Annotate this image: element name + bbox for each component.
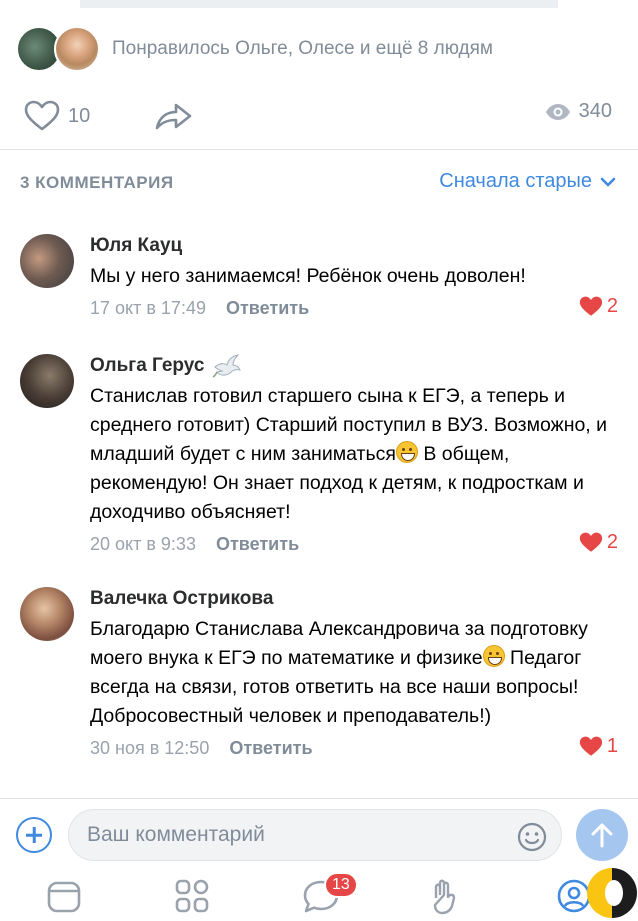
- comment-author[interactable]: Юля Кауц: [90, 232, 618, 260]
- sort-dropdown[interactable]: Сначала старые: [439, 170, 616, 193]
- bottom-tab-bar: 13: [0, 870, 638, 920]
- views-count: 340: [578, 100, 612, 122]
- services-tab-icon: [175, 879, 209, 913]
- comment-author-name[interactable]: Юля Кауц: [90, 235, 182, 257]
- divider: [0, 149, 638, 150]
- comment-input[interactable]: [87, 810, 507, 860]
- commenter-avatar[interactable]: [20, 234, 74, 288]
- emoji-picker-icon: [517, 822, 547, 852]
- tab-services[interactable]: [174, 878, 210, 919]
- heart-filled-icon: [579, 296, 603, 316]
- comment-date: 30 ноя в 12:50: [90, 737, 210, 758]
- comment-like-button[interactable]: 1: [579, 735, 618, 758]
- comment-date: 17 окт в 17:49: [90, 297, 206, 318]
- like-button[interactable]: 10: [24, 100, 90, 132]
- comment-author-name[interactable]: Ольга Герус: [90, 355, 204, 377]
- grinning-emoji-icon: [395, 441, 418, 463]
- comment-likes-count: 2: [606, 295, 618, 317]
- liked-by-text: Понравилось Ольге, Олесе и ещё 8 людям: [112, 38, 493, 59]
- comment-composer: [0, 798, 638, 871]
- messages-badge: 13: [324, 872, 358, 898]
- liked-by-row[interactable]: Понравилось Ольге, Олесе и ещё 8 людям: [16, 26, 493, 72]
- watermark-logo-icon: [587, 868, 637, 918]
- attach-plus-button[interactable]: [16, 817, 52, 853]
- comments-count-label: 3 КОММЕНТАРИЯ: [20, 173, 174, 192]
- liker-avatar: [54, 26, 100, 72]
- dove-icon: [213, 354, 242, 378]
- chevron-down-icon: [600, 177, 616, 186]
- liker-avatars: [16, 26, 100, 72]
- send-button[interactable]: [576, 809, 628, 861]
- post-actions: 10 340: [0, 94, 638, 138]
- eye-icon: [545, 103, 570, 120]
- clips-tab-icon: [433, 879, 456, 915]
- comment-likes-count: 1: [606, 735, 618, 757]
- likes-count: 10: [68, 104, 91, 127]
- comment-text: Станислав готовил старшего сына к ЕГЭ, а…: [90, 382, 618, 527]
- comment-date: 20 окт в 9:33: [90, 533, 196, 554]
- tab-news[interactable]: [46, 878, 82, 919]
- smile-emoji-icon: [482, 645, 505, 667]
- comment-text: Мы у него занимаемся! Ребёнок очень дово…: [90, 265, 526, 287]
- comment-text-part: Станислав готовил старшего сына к ЕГЭ, а…: [90, 385, 608, 465]
- tab-clips[interactable]: [428, 878, 464, 921]
- heart-outline-icon: [24, 100, 60, 131]
- comment-meta: 20 окт в 9:33 Ответить 2: [90, 529, 618, 559]
- commenter-avatar[interactable]: [20, 354, 74, 408]
- comment-author[interactable]: Валечка Острикова: [90, 585, 618, 613]
- comment-input-wrap: [68, 809, 562, 861]
- comment-like-button[interactable]: 2: [579, 295, 618, 318]
- sort-label: Сначала старые: [439, 170, 592, 192]
- comments-header: 3 КОММЕНТАРИЯ Сначала старые: [0, 165, 638, 205]
- news-tab-icon: [47, 881, 81, 913]
- comment-author-name[interactable]: Валечка Острикова: [90, 588, 273, 610]
- comment-author[interactable]: Ольга Герус: [90, 352, 618, 380]
- comment-text: Благодарю Станислава Александровича за п…: [90, 615, 618, 731]
- comment-meta: 30 ноя в 12:50 Ответить 1: [90, 733, 618, 763]
- comment-like-button[interactable]: 2: [579, 531, 618, 554]
- reply-button[interactable]: Ответить: [226, 298, 309, 319]
- reply-button[interactable]: Ответить: [216, 534, 299, 555]
- reply-button[interactable]: Ответить: [229, 738, 312, 759]
- previous-post-edge: [80, 0, 558, 8]
- emoji-picker-button[interactable]: [517, 822, 547, 857]
- commenter-avatar[interactable]: [20, 587, 74, 641]
- heart-filled-icon: [579, 532, 603, 552]
- views-counter: 340: [545, 100, 612, 123]
- share-button[interactable]: [154, 100, 194, 132]
- tab-messages[interactable]: 13: [302, 872, 358, 919]
- heart-filled-icon: [579, 736, 603, 756]
- comment-likes-count: 2: [606, 531, 618, 553]
- send-arrow-icon: [591, 823, 613, 848]
- comment-meta: 17 окт в 17:49 Ответить 2: [90, 293, 618, 323]
- share-icon: [155, 103, 192, 130]
